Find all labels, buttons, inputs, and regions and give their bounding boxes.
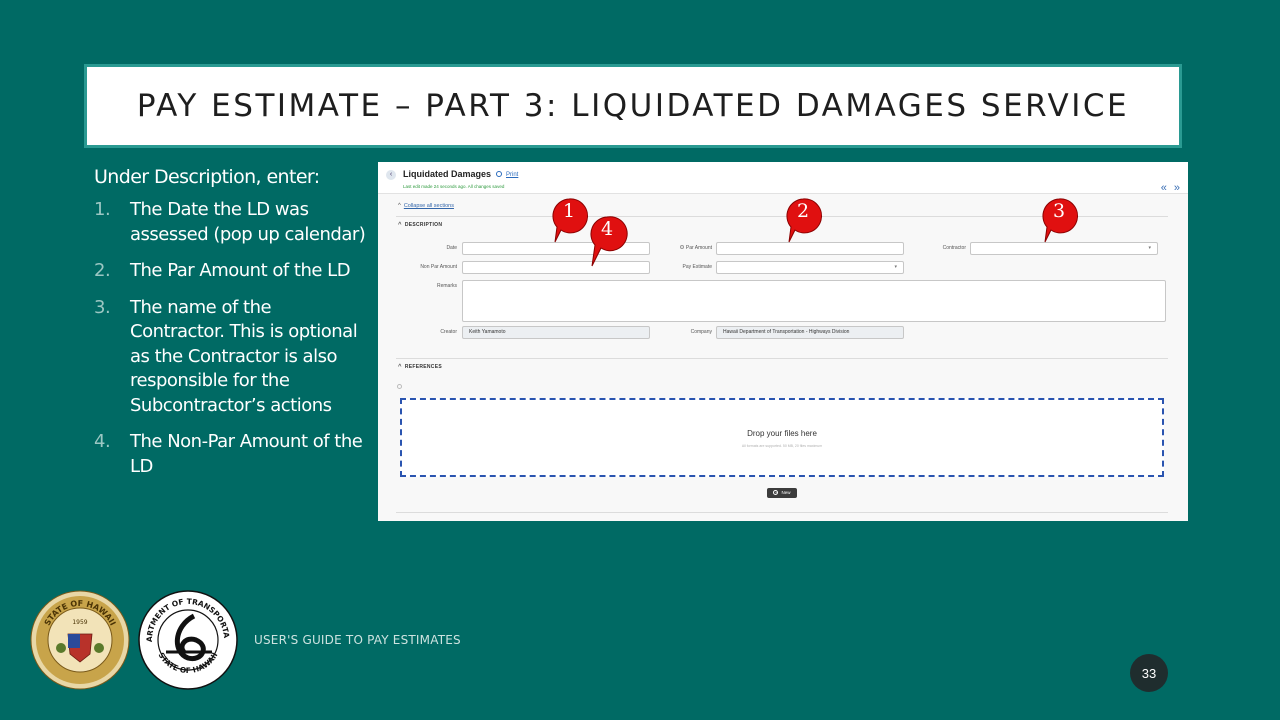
callout-number: 2 — [796, 200, 810, 222]
footer-text: USER'S GUIDE TO PAY ESTIMATES — [254, 633, 461, 647]
step-text: The Non-Par Amount of the LD — [130, 431, 363, 477]
new-button-label: New — [781, 490, 791, 495]
file-dropzone[interactable]: Drop your files here All formats are sup… — [400, 398, 1164, 477]
plus-icon: + — [773, 490, 779, 495]
chevron-up-icon: ^ — [398, 364, 402, 370]
dot-logo-icon: DEPARTMENT OF TRANSPORTATION STATE OF HA… — [135, 583, 238, 690]
callout-number: 1 — [562, 200, 576, 222]
back-arrow-icon[interactable]: ‹ — [386, 170, 396, 180]
saved-status: Last edit made 24 seconds ago. All chang… — [403, 184, 505, 189]
pay-estimate-select[interactable]: ▾ — [716, 261, 904, 274]
section-description-header[interactable]: ^ DESCRIPTION — [398, 222, 442, 228]
step-text: The Date the LD was assessed (pop up cal… — [130, 199, 366, 245]
app-header: ‹ Liquidated Damages Print Last edit mad… — [378, 162, 1188, 194]
state-of-hawaii-seal-icon: STATE OF HAWAII 1959 — [30, 590, 130, 690]
collapse-all-link[interactable]: ^ Collapse all sections — [398, 203, 454, 209]
radio-icon[interactable] — [679, 245, 684, 249]
step-item: 2. The Par Amount of the LD — [94, 259, 366, 284]
pay-estimate-label: Pay Estimate — [682, 264, 712, 270]
par-amount-label: Par Amount — [650, 245, 712, 251]
step-number: 2. — [94, 260, 111, 281]
step-number: 4. — [94, 431, 111, 452]
step-item: 3. The name of the Contractor. This is op… — [94, 296, 366, 419]
steps-list: 1. The Date the LD was assessed (pop up c… — [94, 198, 366, 479]
nav-arrows-icon[interactable]: « » — [1161, 182, 1182, 194]
instructions: Under Description, enter: 1. The Date the… — [94, 166, 366, 491]
callout-number: 4 — [600, 218, 614, 240]
remarks-textarea[interactable] — [462, 280, 1166, 322]
chevron-up-icon: ^ — [398, 203, 401, 209]
step-number: 3. — [94, 296, 111, 318]
seal-year-text: 1959 — [72, 619, 87, 626]
page-title: Liquidated Damages — [403, 169, 492, 179]
collapse-all-label: Collapse all sections — [403, 203, 454, 209]
chevron-up-icon: ^ — [398, 222, 402, 228]
creator-label: Creator — [440, 329, 457, 335]
par-amount-label-text: Par Amount — [685, 245, 712, 251]
callout-3: 3 — [1041, 198, 1083, 244]
company-field: Hawaii Department of Transportation - Hi… — [716, 326, 904, 339]
dropzone-subtext: All formats are supported. 50 MB, 20 fil… — [741, 444, 823, 448]
divider — [396, 512, 1168, 513]
non-par-amount-label: Non Par Amount — [420, 264, 457, 270]
print-icon — [496, 171, 502, 177]
company-label: Company — [690, 329, 712, 335]
section-references-header[interactable]: ^ REFERENCES — [398, 364, 442, 370]
step-text: The name of the Contractor. This is opti… — [130, 296, 358, 416]
section-description-label: DESCRIPTION — [404, 222, 443, 228]
callout-number: 3 — [1052, 200, 1066, 222]
instructions-intro: Under Description, enter: — [94, 166, 320, 188]
new-button[interactable]: + New — [767, 488, 797, 498]
dropzone-text: Drop your files here — [747, 429, 817, 438]
callout-2: 2 — [785, 198, 827, 244]
divider — [396, 358, 1168, 359]
date-label: Date — [446, 245, 457, 251]
remarks-label: Remarks — [436, 283, 457, 289]
step-item: 1. The Date the LD was assessed (pop up c… — [94, 198, 366, 247]
step-text: The Par Amount of the LD — [130, 260, 351, 281]
slide-title: PAY ESTIMATE – PART 3: LIQUIDATED DAMAGE… — [136, 88, 1130, 124]
contractor-label: Contractor — [942, 245, 966, 251]
chevron-down-icon: ▾ — [1148, 245, 1151, 251]
creator-field: Keith Yamamoto — [462, 326, 650, 339]
step-item: 4. The Non-Par Amount of the LD — [94, 430, 366, 479]
page-number: 33 — [1130, 654, 1168, 692]
callout-1: 1 — [551, 198, 593, 244]
section-references-label: REFERENCES — [404, 364, 442, 370]
print-link[interactable]: Print — [496, 171, 518, 178]
print-label: Print — [506, 172, 519, 178]
chevron-down-icon: ▾ — [894, 264, 897, 270]
step-number: 1. — [94, 199, 111, 220]
circle-icon — [397, 384, 402, 389]
callout-4: 4 — [589, 216, 631, 267]
slide-title-box: PAY ESTIMATE – PART 3: LIQUIDATED DAMAGE… — [84, 64, 1182, 148]
